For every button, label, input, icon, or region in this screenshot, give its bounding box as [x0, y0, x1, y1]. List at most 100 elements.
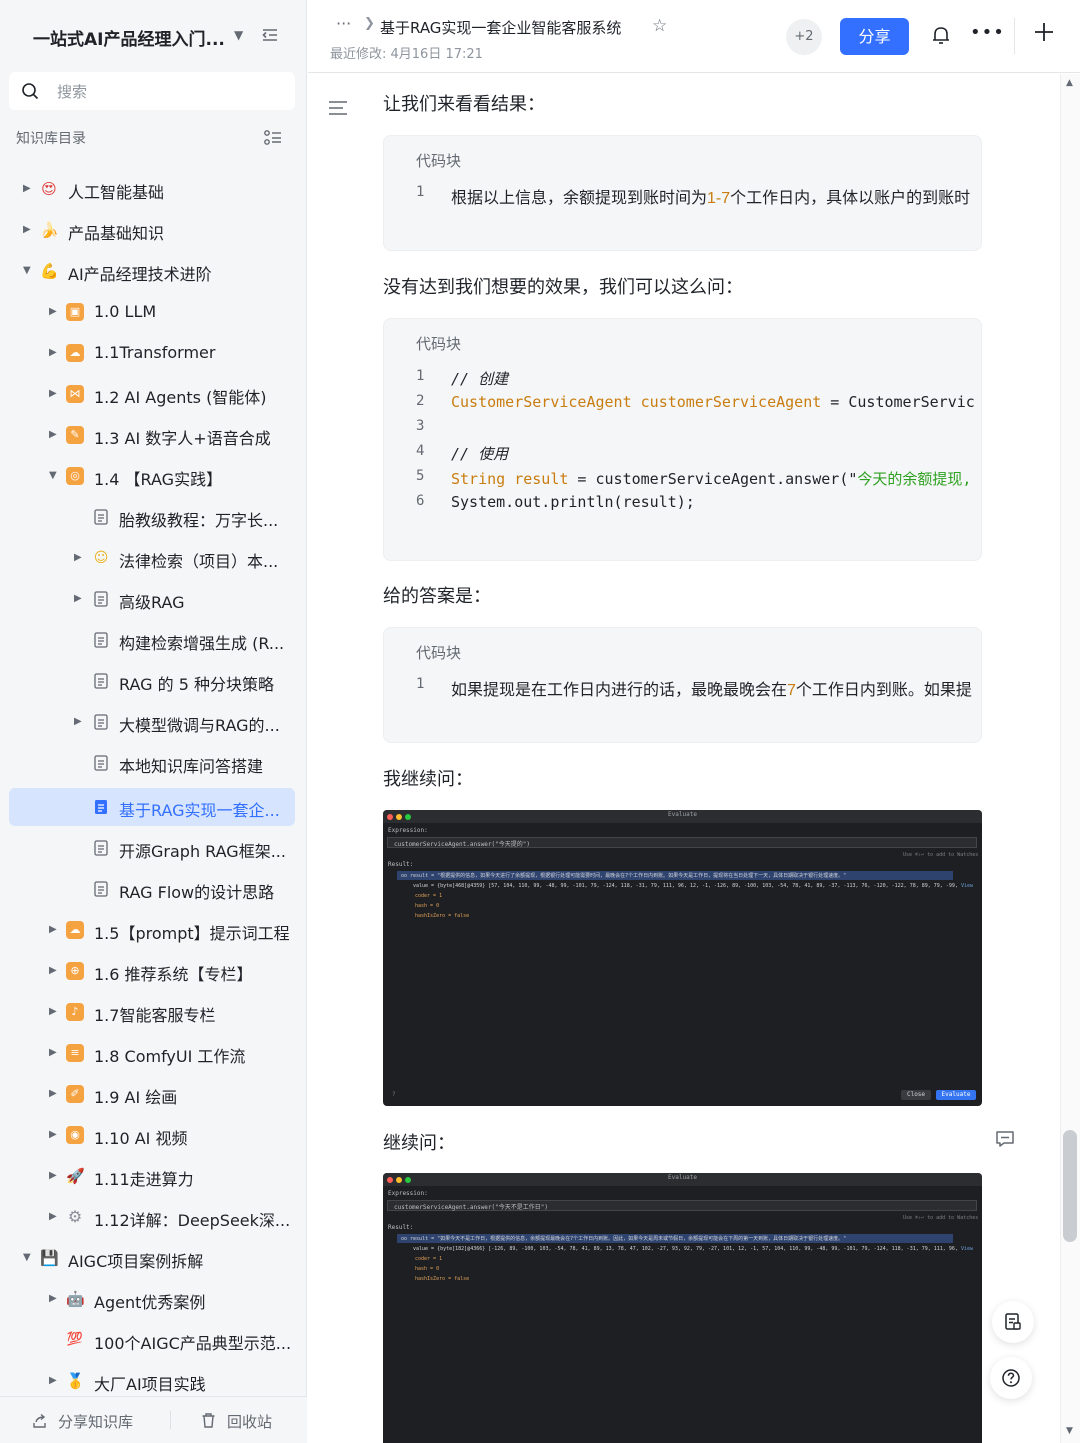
tree-item[interactable]: ▶ ✐ 1.9 AI 绘画: [9, 1075, 295, 1113]
code-line: 1 // 创建: [416, 368, 509, 388]
chevron-right-icon[interactable]: ▶: [49, 1293, 59, 1305]
value-row: value = {byte[182]@4366} [-126, 89, -100…: [413, 1246, 957, 1252]
tree-item[interactable]: ▶ ⋈ 1.2 AI Agents (智能体): [9, 375, 295, 413]
tree-item[interactable]: ▶ ◉ 1.10 AI 视频: [9, 1116, 295, 1154]
evaluate-dialog-screenshot[interactable]: Evaluate Expression: customerServiceAgen…: [383, 810, 982, 1106]
scrollbar-thumb[interactable]: [1063, 1130, 1077, 1242]
orange-compass-icon: ◎: [66, 467, 84, 485]
tree-item[interactable]: 本地知识库问答搭建: [9, 744, 295, 782]
search-input[interactable]: 搜索: [9, 72, 295, 110]
catalog-title: 知识库目录: [16, 131, 86, 147]
code-block[interactable]: 代码块 1 // 创建 2 CustomerServiceAgent custo…: [383, 318, 982, 561]
table-of-contents-icon[interactable]: [328, 99, 348, 117]
share-button[interactable]: 分享: [840, 18, 909, 55]
tree-item[interactable]: RAG 的 5 种分块策略: [9, 662, 295, 700]
tree-item[interactable]: ▶ ≡ 1.8 ComfyUI 工作流: [9, 1034, 295, 1072]
tree-item[interactable]: ▶ 高级RAG: [9, 580, 295, 618]
tree-item[interactable]: 胎教级教程：万字长...: [9, 498, 295, 536]
divider: [170, 1411, 171, 1429]
document-header: ··· ❯ 基于RAG实现一套企业智能客服系统 ☆ 最近修改: 4月16日 17…: [308, 0, 1080, 73]
sidebar-header: 一站式AI产品经理入门... ▼: [0, 0, 307, 72]
chevron-down-icon[interactable]: ▼: [23, 1252, 33, 1264]
chevron-right-icon[interactable]: ▶: [49, 1088, 59, 1100]
chevron-right-icon[interactable]: ▶: [49, 429, 59, 441]
tree-item[interactable]: ▶ 🤖 Agent优秀案例: [9, 1280, 295, 1318]
face-emoji-icon: ☺: [93, 550, 109, 566]
chevron-right-icon[interactable]: ▶: [74, 716, 84, 728]
chevron-right-icon[interactable]: ▶: [23, 224, 33, 236]
tree-item[interactable]: 开源Graph RAG框架...: [9, 829, 295, 867]
tree-item[interactable]: ▶ ♪ 1.7智能客服专栏: [9, 993, 295, 1031]
tree-item[interactable]: ▶ 🚀 1.11走进算力: [9, 1157, 295, 1195]
tree-item[interactable]: ▶ 😍 人工智能基础: [9, 170, 295, 208]
tree-item[interactable]: ▶ 🥇 大厂AI项目实践: [9, 1362, 295, 1400]
more-options-icon[interactable]: •••: [970, 22, 1005, 43]
knowledge-base-title[interactable]: 一站式AI产品经理入门...: [33, 25, 225, 50]
document-icon: [94, 509, 108, 525]
plus-icon[interactable]: [1032, 20, 1056, 44]
chevron-right-icon[interactable]: ▶: [49, 1006, 59, 1018]
code-line: 5 String result = customerServiceAgent.a…: [416, 468, 972, 488]
chevron-down-icon[interactable]: ▼: [49, 470, 59, 482]
share-icon: [33, 1413, 46, 1428]
help-button[interactable]: [990, 1357, 1032, 1399]
tree-item[interactable]: ▶ ⚙ 1.12详解：DeepSeek深...: [9, 1198, 295, 1236]
evaluate-dialog-screenshot[interactable]: Evaluate Expression: customerServiceAgen…: [383, 1173, 982, 1443]
tree-item[interactable]: ▼ 💾 AIGC项目案例拆解: [9, 1239, 295, 1277]
chevron-right-icon[interactable]: ▶: [49, 1170, 59, 1182]
tree-item[interactable]: ▶ ⊕ 1.6 推荐系统【专栏】: [9, 952, 295, 990]
recycle-bin-button[interactable]: 回收站: [227, 1411, 272, 1432]
tree-item[interactable]: ▶ ☺ 法律检索（项目）本...: [9, 539, 295, 577]
share-knowledge-base-button[interactable]: 分享知识库: [58, 1411, 133, 1432]
orange-mic-icon: ♪: [66, 1003, 84, 1021]
tree-item[interactable]: ▶ 🍌 产品基础知识: [9, 211, 295, 249]
chevron-right-icon: ❯: [364, 16, 375, 31]
vertical-scrollbar[interactable]: ▲ ▼: [1060, 74, 1080, 1443]
divider: [1014, 18, 1015, 54]
gear-emoji-icon: ⚙: [67, 1207, 83, 1226]
chevron-right-icon[interactable]: ▶: [23, 183, 33, 195]
scroll-up-icon[interactable]: ▲: [1066, 78, 1073, 88]
tree-item[interactable]: ▼ ◎ 1.4 【RAG实践】: [9, 457, 295, 495]
expression-input: customerServiceAgent.answer("今天提的"): [387, 837, 977, 848]
chevron-right-icon[interactable]: ▶: [49, 388, 59, 400]
star-icon[interactable]: ☆: [652, 16, 667, 36]
outline-settings-icon[interactable]: [263, 128, 283, 148]
tree-item[interactable]: 💯 100个AIGC产品典型示范...: [9, 1321, 295, 1359]
breadcrumb-more-button[interactable]: ···: [336, 14, 351, 33]
chevron-down-icon[interactable]: ▼: [234, 28, 243, 42]
bell-icon[interactable]: [930, 24, 952, 46]
comment-icon[interactable]: [995, 1129, 1015, 1149]
code-line: 1 如果提现是在工作日内进行的话，最晚最晚会在7个工作日内到账。如果提: [416, 676, 972, 699]
tree-item[interactable]: RAG Flow的设计思路: [9, 870, 295, 908]
chevron-right-icon[interactable]: ▶: [49, 924, 59, 936]
tree-item[interactable]: ▼ 💪 AI产品经理技术进阶: [9, 252, 295, 290]
chevron-right-icon[interactable]: ▶: [74, 552, 84, 564]
chevron-right-icon[interactable]: ▶: [49, 1375, 59, 1387]
collapse-sidebar-icon[interactable]: [259, 24, 281, 46]
tree-item-active[interactable]: 基于RAG实现一套企...: [9, 788, 295, 826]
collaborators-avatar[interactable]: +2: [786, 19, 822, 55]
chevron-right-icon[interactable]: ▶: [49, 306, 59, 318]
orange-brush-icon: ✐: [66, 1085, 84, 1103]
sidebar-footer: 分享知识库 回收站: [0, 1396, 307, 1443]
scroll-down-icon[interactable]: ▼: [1066, 1426, 1073, 1436]
document-title[interactable]: 基于RAG实现一套企业智能客服系统: [380, 17, 621, 38]
tree-item[interactable]: ▶ ☁ 1.1Transformer: [9, 334, 295, 372]
code-block-label: 代码块: [416, 644, 462, 662]
tree-item[interactable]: ▶ ✎ 1.3 AI 数字人+语音合成: [9, 416, 295, 454]
tree-item[interactable]: ▶ ▣ 1.0 LLM: [9, 293, 295, 331]
document-outline-button[interactable]: [992, 1301, 1034, 1343]
chevron-right-icon[interactable]: ▶: [49, 1047, 59, 1059]
chevron-right-icon[interactable]: ▶: [49, 1211, 59, 1223]
tree-item[interactable]: ▶ 大模型微调与RAG的...: [9, 703, 295, 741]
chevron-down-icon[interactable]: ▼: [23, 265, 33, 277]
code-block[interactable]: 代码块 1 根据以上信息，余额提现到账时间为1-7个工作日内，具体以账户的到账时: [383, 135, 982, 251]
chevron-right-icon[interactable]: ▶: [49, 1129, 59, 1141]
tree-item[interactable]: 构建检索增强生成 (R...: [9, 621, 295, 659]
code-block[interactable]: 代码块 1 如果提现是在工作日内进行的话，最晚最晚会在7个工作日内到账。如果提: [383, 627, 982, 743]
chevron-right-icon[interactable]: ▶: [49, 347, 59, 359]
chevron-right-icon[interactable]: ▶: [74, 593, 84, 605]
chevron-right-icon[interactable]: ▶: [49, 965, 59, 977]
tree-item[interactable]: ▶ ☁ 1.5【prompt】提示词工程: [9, 911, 295, 949]
